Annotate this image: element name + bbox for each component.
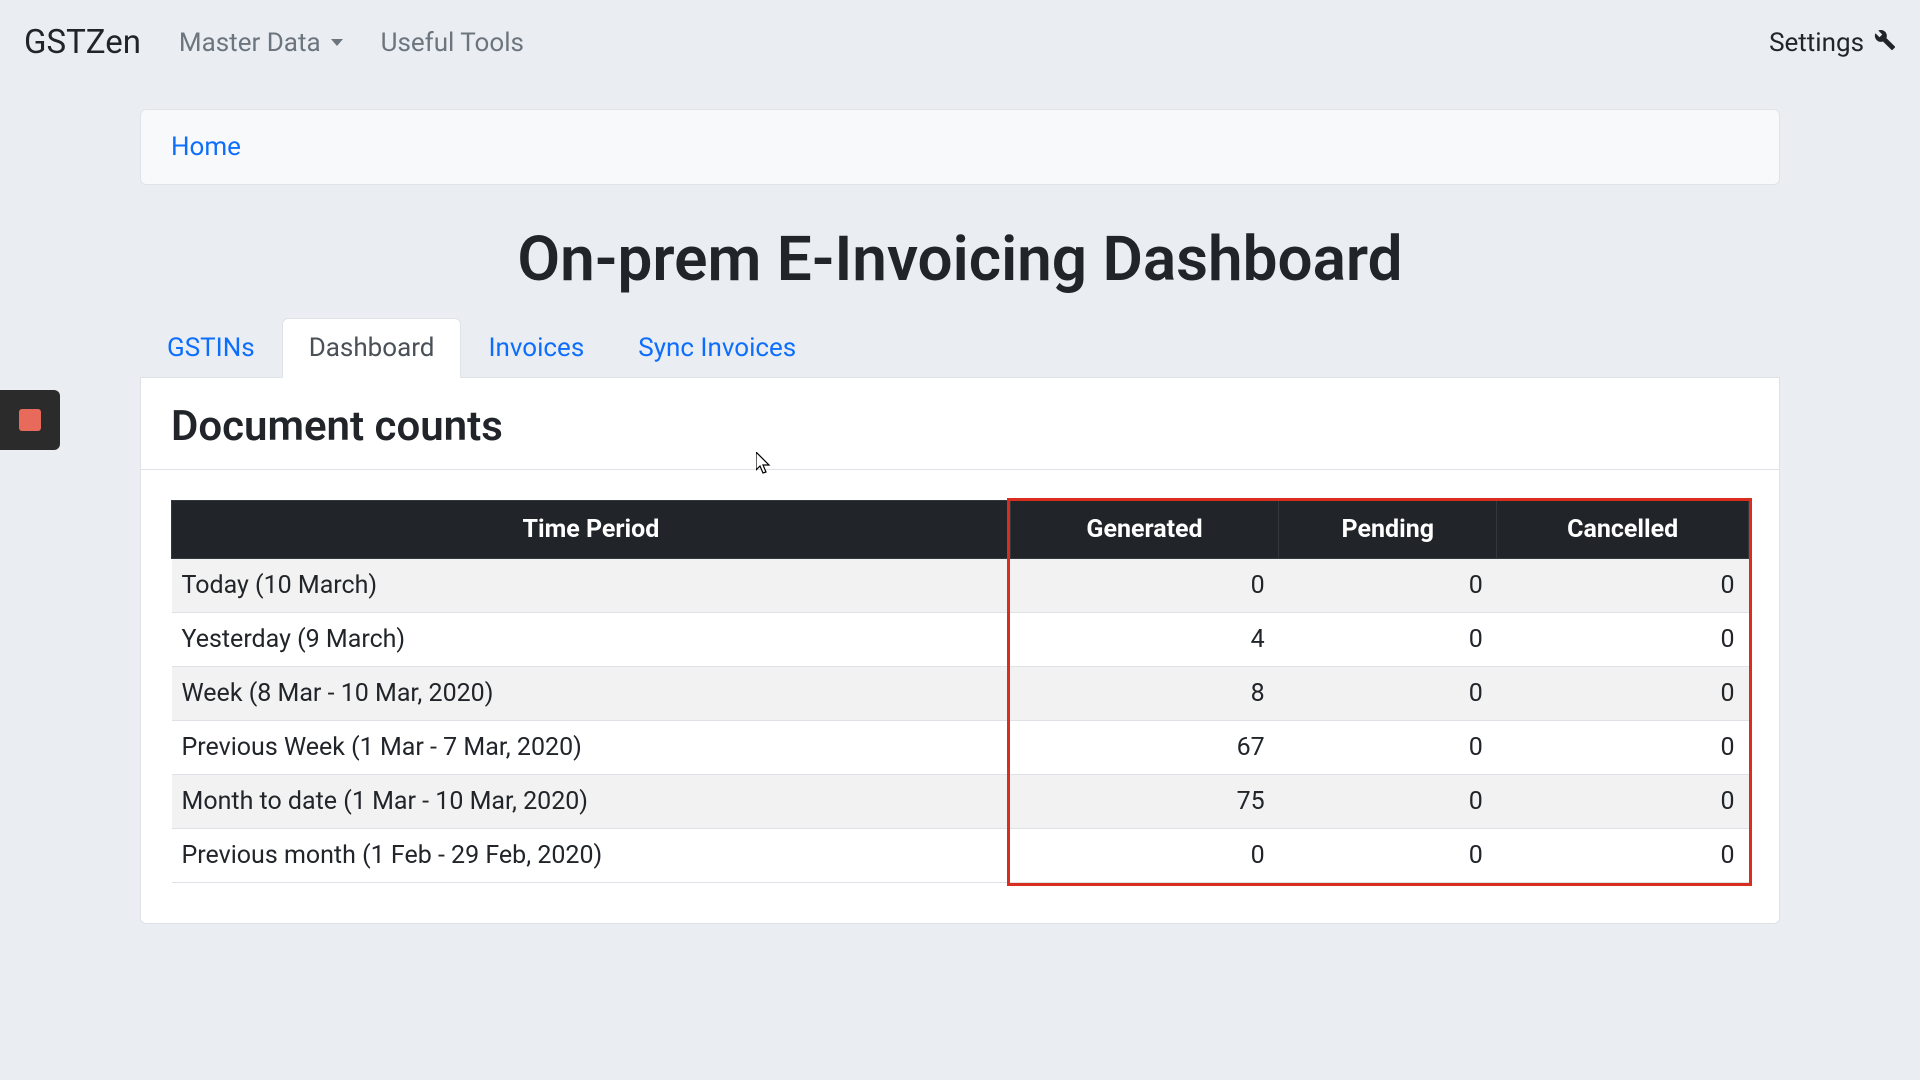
table-row: Previous Week (1 Mar - 7 Mar, 2020)6700 (172, 721, 1749, 775)
nav-master-data[interactable]: Master Data (179, 28, 343, 58)
cell-pending: 0 (1279, 559, 1497, 613)
nav-useful-tools[interactable]: Useful Tools (381, 28, 524, 58)
caret-down-icon (331, 39, 343, 46)
page-title: On-prem E-Invoicing Dashboard (140, 223, 1780, 296)
th-time-period: Time Period (172, 501, 1011, 559)
wrench-icon (1874, 28, 1896, 58)
cell-cancelled: 0 (1497, 829, 1749, 883)
breadcrumb-home[interactable]: Home (171, 132, 241, 162)
cell-pending: 0 (1279, 829, 1497, 883)
panel-header: Document counts (141, 378, 1779, 470)
cell-period: Week (8 Mar - 10 Mar, 2020) (172, 667, 1011, 721)
panel-body: Time Period Generated Pending Cancelled … (141, 470, 1779, 923)
brand-logo[interactable]: GSTZen (24, 23, 141, 62)
cell-cancelled: 0 (1497, 721, 1749, 775)
table-row: Today (10 March)000 (172, 559, 1749, 613)
document-counts-panel: Document counts Time Period Generated Pe… (140, 378, 1780, 924)
cell-generated: 4 (1010, 613, 1278, 667)
nav-settings[interactable]: Settings (1769, 28, 1896, 58)
cell-cancelled: 0 (1497, 775, 1749, 829)
cell-generated: 8 (1010, 667, 1278, 721)
panel-title: Document counts (171, 402, 1749, 451)
cell-generated: 75 (1010, 775, 1278, 829)
tab-invoices[interactable]: Invoices (461, 318, 611, 378)
cell-period: Yesterday (9 March) (172, 613, 1011, 667)
tabs: GSTINs Dashboard Invoices Sync Invoices (140, 318, 1780, 378)
cell-generated: 0 (1010, 829, 1278, 883)
tab-dashboard[interactable]: Dashboard (282, 318, 462, 378)
tab-gstins[interactable]: GSTINs (140, 318, 282, 378)
cell-period: Previous month (1 Feb - 29 Feb, 2020) (172, 829, 1011, 883)
record-icon (19, 409, 41, 431)
cell-period: Previous Week (1 Mar - 7 Mar, 2020) (172, 721, 1011, 775)
breadcrumb: Home (140, 109, 1780, 185)
navbar-left: GSTZen Master Data Useful Tools (24, 23, 524, 62)
cell-cancelled: 0 (1497, 613, 1749, 667)
cell-generated: 67 (1010, 721, 1278, 775)
th-cancelled: Cancelled (1497, 501, 1749, 559)
nav-master-data-label: Master Data (179, 28, 321, 58)
th-generated: Generated (1010, 501, 1278, 559)
cell-cancelled: 0 (1497, 559, 1749, 613)
cell-pending: 0 (1279, 613, 1497, 667)
table-header-row: Time Period Generated Pending Cancelled (172, 501, 1749, 559)
cell-pending: 0 (1279, 775, 1497, 829)
table-row: Month to date (1 Mar - 10 Mar, 2020)7500 (172, 775, 1749, 829)
side-recorder-tab[interactable] (0, 390, 60, 450)
navbar: GSTZen Master Data Useful Tools Settings (0, 0, 1920, 85)
table-row: Week (8 Mar - 10 Mar, 2020)800 (172, 667, 1749, 721)
cell-pending: 0 (1279, 667, 1497, 721)
cell-pending: 0 (1279, 721, 1497, 775)
table-row: Previous month (1 Feb - 29 Feb, 2020)000 (172, 829, 1749, 883)
tab-sync-invoices[interactable]: Sync Invoices (611, 318, 823, 378)
cell-period: Month to date (1 Mar - 10 Mar, 2020) (172, 775, 1011, 829)
document-counts-table: Time Period Generated Pending Cancelled … (171, 500, 1749, 883)
nav-settings-label: Settings (1769, 28, 1864, 58)
table-row: Yesterday (9 March)400 (172, 613, 1749, 667)
main-container: Home On-prem E-Invoicing Dashboard GSTIN… (120, 109, 1800, 924)
cell-generated: 0 (1010, 559, 1278, 613)
cell-cancelled: 0 (1497, 667, 1749, 721)
cell-period: Today (10 March) (172, 559, 1011, 613)
th-pending: Pending (1279, 501, 1497, 559)
